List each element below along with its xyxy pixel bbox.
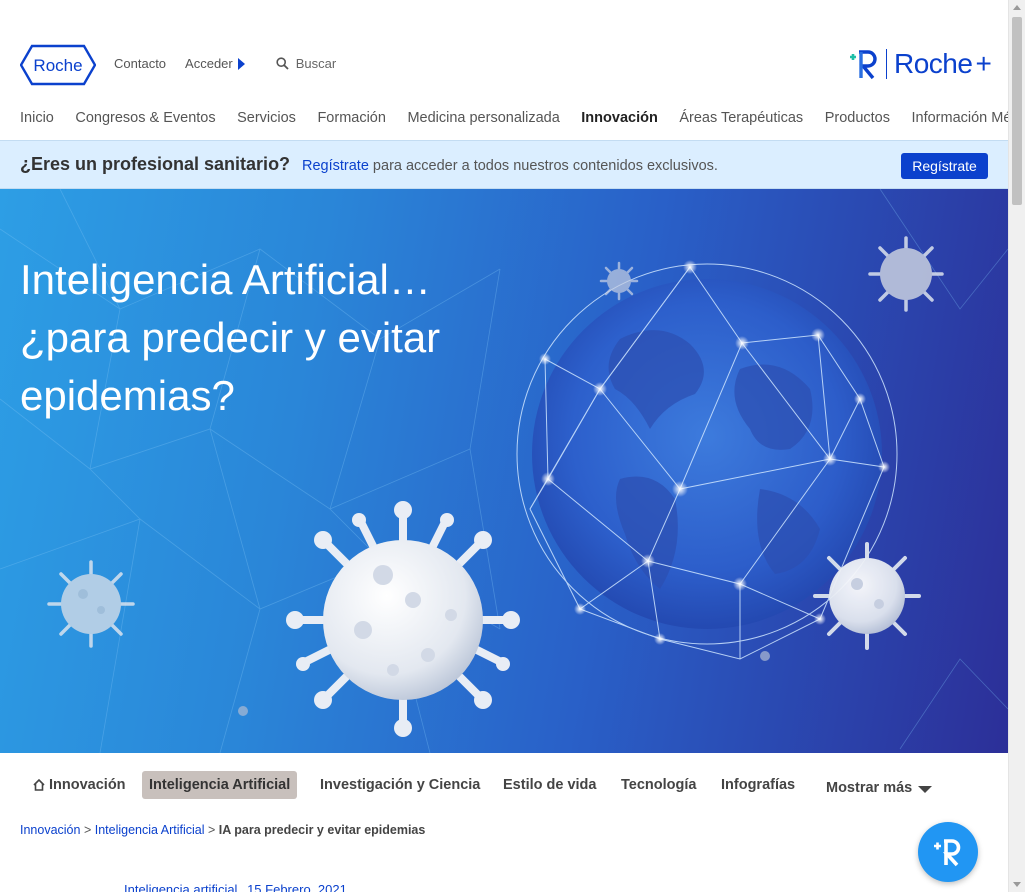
article-date: 15 Febrero, 2021: [247, 882, 347, 892]
hero-title-line-2: ¿para predecir y evitar: [20, 314, 441, 361]
logo-divider: [886, 49, 887, 79]
virus-large: [286, 501, 520, 737]
hero-title-line-1: Inteligencia Artificial…: [20, 256, 431, 303]
roche-logo[interactable]: Roche: [20, 44, 96, 86]
page-scrollbar[interactable]: [1008, 0, 1025, 892]
login-link[interactable]: Acceder: [185, 56, 245, 71]
roche-plus-r-icon: [850, 50, 877, 80]
nav-item-inicio[interactable]: Inicio: [20, 110, 54, 126]
tab-investigacion-ciencia[interactable]: Investigación y Ciencia: [320, 771, 480, 799]
hero-title-line-3: epidemias?: [20, 372, 235, 419]
category-tabs: Innovación Inteligencia Artificial Inves…: [0, 753, 1008, 813]
register-link[interactable]: Regístrate: [302, 158, 369, 174]
roche-plus-symbol: +: [975, 48, 992, 79]
tab-innovacion[interactable]: Innovación: [33, 771, 126, 799]
breadcrumb-inteligencia-artificial[interactable]: Inteligencia Artificial: [95, 823, 205, 837]
tab-inteligencia-artificial[interactable]: Inteligencia Artificial: [142, 771, 298, 799]
article-category[interactable]: Inteligencia artificial: [124, 882, 237, 892]
professional-question: ¿Eres un profesional sanitario?: [20, 154, 291, 174]
tab-estilo-de-vida[interactable]: Estilo de vida: [503, 771, 596, 799]
tab-mostrar-mas-label: Mostrar más: [826, 780, 913, 796]
scroll-down-icon[interactable]: [1013, 882, 1021, 887]
nav-item-productos[interactable]: Productos: [825, 110, 890, 126]
scroll-up-icon[interactable]: [1013, 5, 1021, 10]
play-arrow-icon: [237, 57, 245, 70]
breadcrumb-separator: >: [204, 823, 219, 837]
roche-plus-r-icon: [934, 839, 961, 867]
site-header: Roche Contacto Acceder Buscar Roche + In…: [0, 0, 1025, 140]
virus-left: [47, 560, 135, 648]
utility-links: Contacto Acceder Buscar: [114, 56, 336, 71]
home-icon: [33, 779, 45, 791]
roche-plus-text: Roche: [894, 48, 973, 79]
roche-logo-text: Roche: [33, 56, 82, 75]
breadcrumb-separator: >: [80, 823, 95, 837]
nav-item-servicios[interactable]: Servicios: [237, 110, 296, 126]
caret-down-icon: [918, 785, 933, 793]
tab-infografias[interactable]: Infografías: [721, 771, 795, 799]
search-link[interactable]: Buscar: [276, 56, 336, 71]
virus-top-right: [868, 236, 944, 312]
tab-tecnologia[interactable]: Tecnología: [621, 771, 696, 799]
hero-banner: Inteligencia Artificial… ¿para predecir …: [0, 189, 1008, 753]
roche-plus-fab-button[interactable]: [918, 822, 978, 882]
nav-item-formacion[interactable]: Formación: [317, 110, 386, 126]
article-meta: Inteligencia artificial 15 Febrero, 2021: [124, 882, 347, 892]
virus-tiny-1: [599, 261, 639, 301]
tab-innovacion-label: Innovación: [49, 777, 126, 793]
scrollbar-thumb[interactable]: [1012, 17, 1022, 205]
professional-text: Regístrate para acceder a todos nuestros…: [302, 158, 718, 174]
breadcrumb-innovacion[interactable]: Innovación: [20, 823, 80, 837]
search-label: Buscar: [295, 56, 337, 71]
nav-item-innovacion[interactable]: Innovación: [581, 110, 658, 126]
professional-banner: ¿Eres un profesional sanitario? Regístra…: [0, 140, 1008, 189]
nav-item-congresos[interactable]: Congresos & Eventos: [75, 110, 215, 126]
main-nav: Inicio Congresos & Eventos Servicios For…: [20, 110, 1025, 126]
hero-title: Inteligencia Artificial… ¿para predecir …: [20, 251, 480, 425]
breadcrumb-current: IA para predecir y evitar epidemias: [218, 823, 426, 837]
login-label: Acceder: [185, 56, 233, 71]
tab-mostrar-mas[interactable]: Mostrar más: [826, 774, 933, 802]
register-button[interactable]: Regístrate: [901, 153, 988, 179]
roche-plus-logo[interactable]: Roche +: [846, 48, 992, 80]
nav-item-medicina-personalizada[interactable]: Medicina personalizada: [407, 110, 559, 126]
breadcrumb: Innovación > Inteligencia Artificial > I…: [20, 823, 425, 837]
contact-link[interactable]: Contacto: [114, 56, 166, 71]
virus-right: [813, 542, 921, 650]
nav-item-areas-terapeuticas[interactable]: Áreas Terapéuticas: [679, 110, 803, 126]
search-icon: [276, 57, 289, 70]
register-description: para acceder a todos nuestros contenidos…: [368, 158, 718, 174]
